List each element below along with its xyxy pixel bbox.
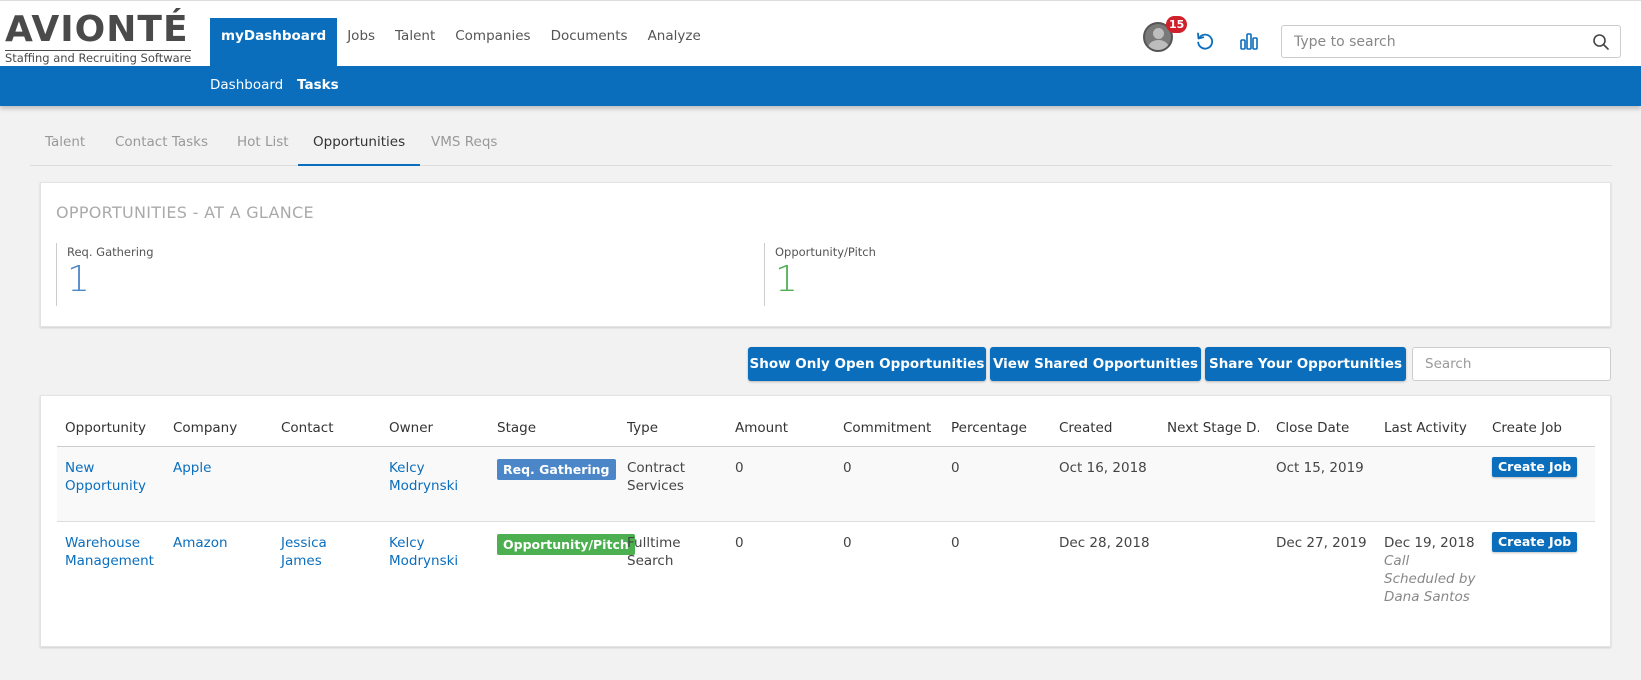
brand-tagline: Staffing and Recruiting Software bbox=[5, 50, 192, 65]
opportunities-table-card: Opportunity Company Contact Owner Stage … bbox=[40, 395, 1611, 647]
tab-opportunities[interactable]: Opportunities bbox=[298, 128, 421, 166]
table-row: New Opportunity Apple Kelcy Modrynski Re… bbox=[57, 447, 1595, 522]
nav-item-companies[interactable]: Companies bbox=[445, 18, 540, 67]
nav-item-talent[interactable]: Talent bbox=[385, 18, 445, 67]
create-job-button[interactable]: Create Job bbox=[1492, 457, 1578, 477]
bar-chart-icon[interactable] bbox=[1239, 31, 1259, 51]
column-header[interactable]: Type bbox=[627, 420, 658, 436]
sub-nav: Dashboard Tasks bbox=[0, 66, 1641, 106]
nav-item-analyze[interactable]: Analyze bbox=[638, 18, 711, 67]
percentage-cell: 0 bbox=[951, 460, 960, 476]
global-search bbox=[1281, 25, 1621, 58]
nav-item-mydashboard[interactable]: myDashboard bbox=[210, 18, 338, 67]
amount-cell: 0 bbox=[735, 535, 744, 551]
table-row: Warehouse Management Amazon Jessica Jame… bbox=[57, 522, 1595, 622]
show-open-opportunities-button[interactable]: Show Only Open Opportunities bbox=[748, 347, 986, 381]
stage-cell: Req. Gathering bbox=[497, 459, 616, 480]
last-activity-date: Dec 19, 2018 bbox=[1384, 535, 1475, 551]
contact-link[interactable]: Jessica James bbox=[281, 534, 361, 570]
last-activity-note: Call Scheduled by Dana Santos bbox=[1384, 553, 1476, 605]
close-date-cell: Dec 27, 2019 bbox=[1276, 535, 1367, 551]
column-header[interactable]: Opportunity bbox=[65, 420, 146, 436]
stage-badge: Req. Gathering bbox=[497, 459, 616, 480]
commitment-cell: 0 bbox=[843, 535, 852, 551]
tab-talent[interactable]: Talent bbox=[30, 128, 100, 166]
stage-cell: Opportunity/Pitch bbox=[497, 534, 635, 555]
share-your-opportunities-button[interactable]: Share Your Opportunities bbox=[1205, 347, 1406, 381]
metric-req-gathering[interactable]: Req. Gathering 1 bbox=[56, 243, 154, 306]
owner-link[interactable]: Kelcy Modrynski bbox=[389, 459, 469, 495]
brand-logo[interactable]: AVIONTÉ Staffing and Recruiting Software bbox=[5, 9, 192, 65]
metric-value: 1 bbox=[775, 259, 798, 300]
nav-item-documents[interactable]: Documents bbox=[541, 18, 638, 67]
task-tabs: Talent Contact Tasks Hot List Opportunit… bbox=[30, 128, 1612, 166]
column-header[interactable]: Contact bbox=[281, 420, 334, 436]
percentage-cell: 0 bbox=[951, 535, 960, 551]
metric-opportunity-pitch[interactable]: Opportunity/Pitch 1 bbox=[764, 243, 876, 306]
metric-value: 1 bbox=[67, 259, 90, 300]
refresh-icon[interactable] bbox=[1195, 31, 1215, 51]
owner-link[interactable]: Kelcy Modrynski bbox=[389, 534, 469, 570]
brand-name: AVIONTÉ bbox=[5, 9, 189, 50]
close-date-cell: Oct 15, 2019 bbox=[1276, 460, 1364, 476]
column-header[interactable]: Next Stage D... bbox=[1167, 420, 1259, 436]
opportunities-search-input[interactable] bbox=[1412, 347, 1611, 381]
amount-cell: 0 bbox=[735, 460, 744, 476]
created-cell: Oct 16, 2018 bbox=[1059, 460, 1147, 476]
create-job-button[interactable]: Create Job bbox=[1492, 532, 1578, 552]
commitment-cell: 0 bbox=[843, 460, 852, 476]
subnav-item-dashboard[interactable]: Dashboard bbox=[210, 77, 283, 93]
column-header[interactable]: Close Date bbox=[1276, 420, 1349, 436]
column-header[interactable]: Company bbox=[173, 420, 237, 436]
column-header[interactable]: Create Job bbox=[1492, 420, 1562, 436]
search-icon[interactable] bbox=[1592, 33, 1610, 51]
last-activity-cell: Dec 19, 2018 Call Scheduled by Dana Sant… bbox=[1384, 534, 1480, 606]
column-header[interactable]: Owner bbox=[389, 420, 433, 436]
create-job-cell: Create Job bbox=[1492, 457, 1578, 477]
create-job-cell: Create Job bbox=[1492, 532, 1578, 552]
column-header[interactable]: Last Activity bbox=[1384, 420, 1467, 436]
column-header[interactable]: Amount bbox=[735, 420, 788, 436]
stage-badge: Opportunity/Pitch bbox=[497, 534, 635, 555]
subnav-item-tasks[interactable]: Tasks bbox=[297, 77, 339, 93]
company-link[interactable]: Amazon bbox=[173, 534, 228, 552]
column-header[interactable]: Stage bbox=[497, 420, 536, 436]
view-shared-opportunities-button[interactable]: View Shared Opportunities bbox=[990, 347, 1201, 381]
column-header[interactable]: Created bbox=[1059, 420, 1112, 436]
tab-vms-reqs[interactable]: VMS Reqs bbox=[416, 128, 512, 166]
tab-hot-list[interactable]: Hot List bbox=[222, 128, 304, 166]
type-cell: Fulltime Search bbox=[627, 535, 681, 569]
opportunities-glance-card: OPPORTUNITIES - AT A GLANCE Req. Gatheri… bbox=[40, 182, 1611, 327]
column-header[interactable]: Percentage bbox=[951, 420, 1027, 436]
created-cell: Dec 28, 2018 bbox=[1059, 535, 1150, 551]
type-cell: Contract Services bbox=[627, 460, 686, 494]
metric-label: Req. Gathering bbox=[67, 245, 154, 259]
main-nav: myDashboard Jobs Talent Companies Docume… bbox=[210, 18, 711, 67]
metric-label: Opportunity/Pitch bbox=[775, 245, 876, 259]
company-link[interactable]: Apple bbox=[173, 459, 211, 477]
nav-item-jobs[interactable]: Jobs bbox=[337, 18, 385, 67]
opportunity-link[interactable]: New Opportunity bbox=[65, 459, 160, 495]
glance-title: OPPORTUNITIES - AT A GLANCE bbox=[56, 203, 314, 222]
tab-contact-tasks[interactable]: Contact Tasks bbox=[100, 128, 223, 166]
column-header[interactable]: Commitment bbox=[843, 420, 931, 436]
user-avatar-button[interactable]: 15 bbox=[1143, 16, 1188, 52]
notification-badge: 15 bbox=[1166, 16, 1188, 33]
global-search-input[interactable] bbox=[1282, 26, 1572, 57]
opportunity-link[interactable]: Warehouse Management bbox=[65, 534, 160, 570]
top-header: AVIONTÉ Staffing and Recruiting Software… bbox=[0, 0, 1641, 67]
